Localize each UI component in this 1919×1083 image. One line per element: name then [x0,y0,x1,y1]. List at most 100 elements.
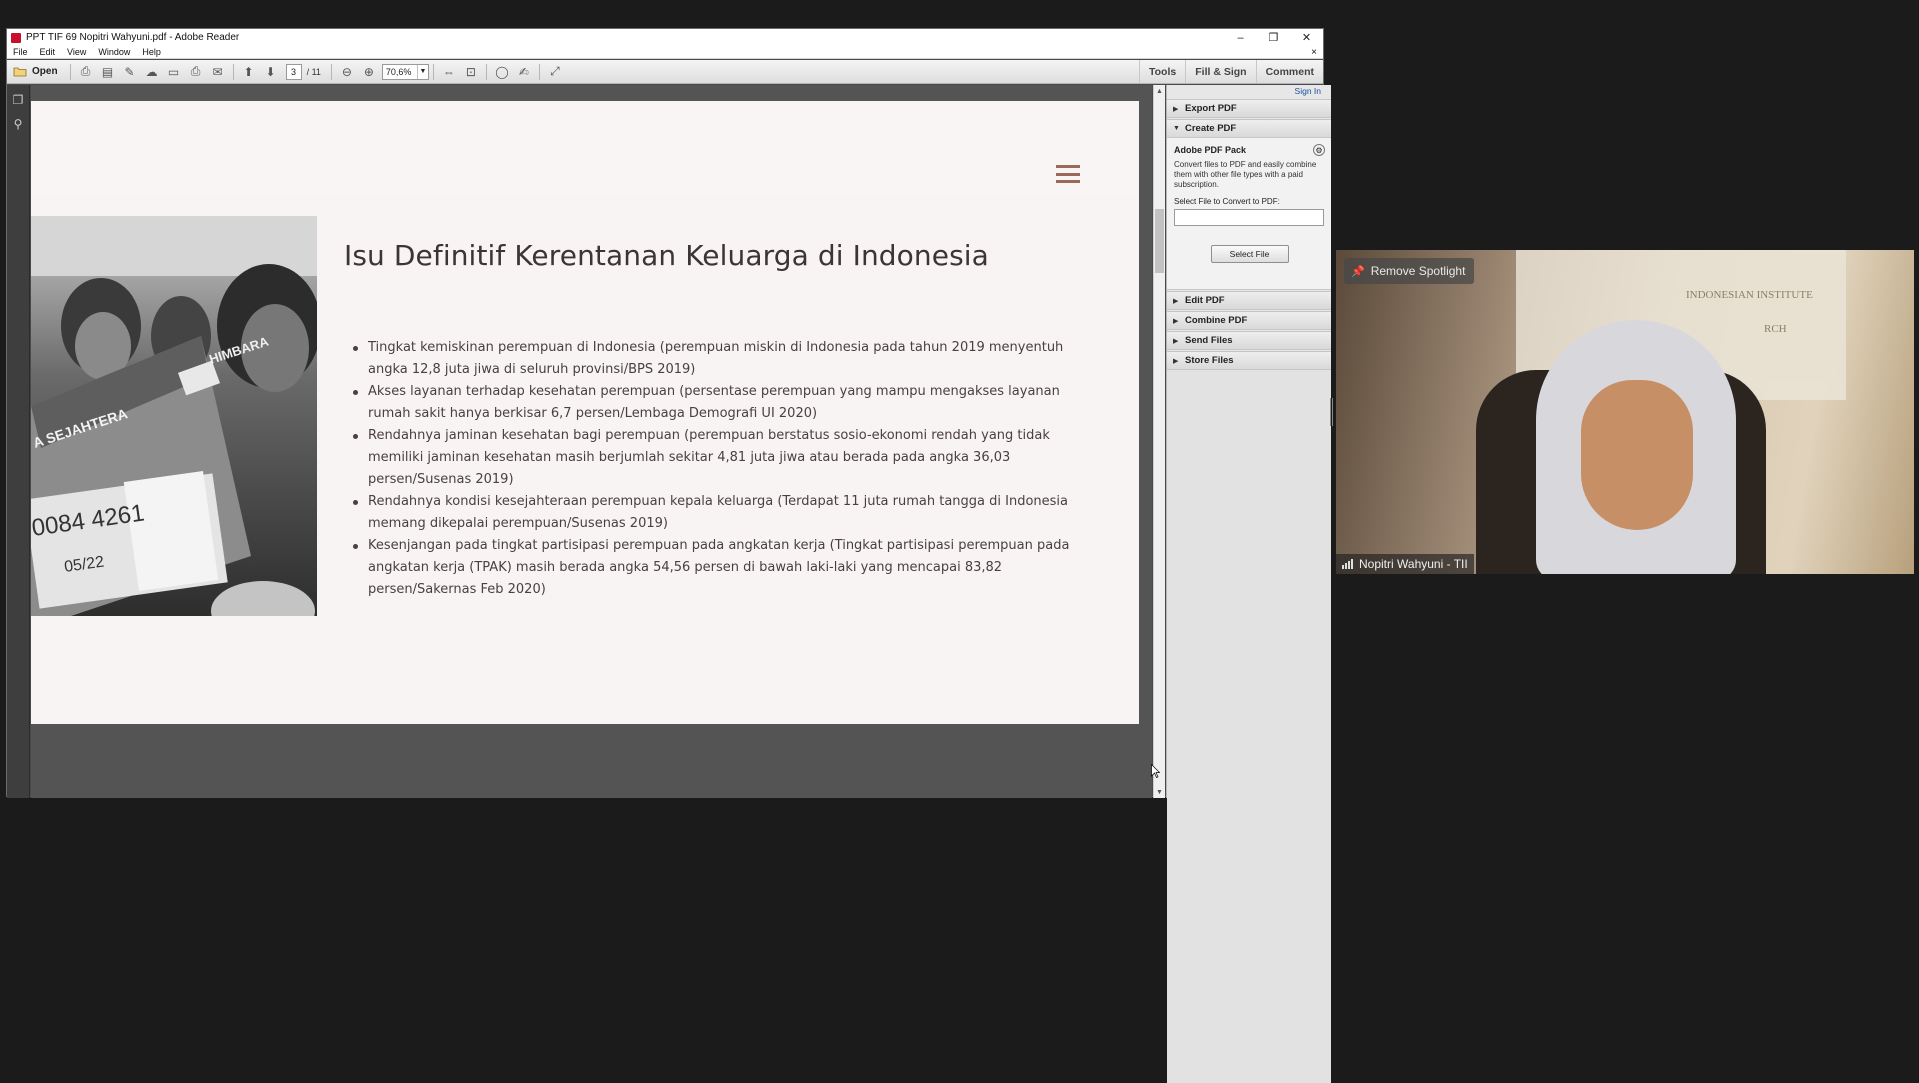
tools-pane: Sign In ▶ Export PDF ▼ Create PDF Adobe … [1166,85,1331,1083]
open-button[interactable]: Open [7,66,66,77]
close-document-button[interactable]: × [1311,47,1323,58]
minimize-button[interactable]: – [1224,29,1257,46]
create-pdf-label: Create PDF [1185,123,1237,134]
page-total: / 11 [306,66,321,77]
scroll-up-icon[interactable]: ▲ [1154,85,1165,97]
convert-icon[interactable]: ▤ [97,62,119,82]
menu-window[interactable]: Window [92,47,136,57]
toolbar-separator [232,63,234,80]
navigation-strip: ❐ ⚲ [7,85,30,798]
pdf-pack-title: Adobe PDF Pack [1174,145,1247,155]
menu-help[interactable]: Help [136,47,167,57]
cloud-upload-icon[interactable]: ☁ [141,62,163,82]
photo-illustration: HIMBARA A SEJAHTERA 0084 4261 05/22 [31,216,317,616]
page-number-input[interactable]: 3 [285,63,302,80]
select-file-button[interactable]: Select File [1210,245,1289,263]
print-icon[interactable]: ⎙ [185,62,207,82]
chevron-right-icon: ▶ [1173,297,1179,305]
slide-photo: HIMBARA A SEJAHTERA 0084 4261 05/22 [31,216,317,616]
bullet-item: Rendahnya jaminan kesehatan bagi perempu… [353,425,1073,491]
chevron-right-icon: ▶ [1173,337,1179,345]
signal-strength-icon [1342,559,1353,569]
fit-page-icon[interactable]: ⊡ [460,62,482,82]
toolbar-separator [330,63,332,80]
previous-page-icon[interactable]: ⬆ [238,62,260,82]
close-window-button[interactable]: ✕ [1290,29,1323,46]
remove-spotlight-button[interactable]: 📌 Remove Spotlight [1344,258,1475,284]
scrollbar-thumb[interactable] [1155,209,1164,273]
banner-text-1: INDONESIAN INSTITUTE [1686,289,1813,301]
open-label: Open [32,66,58,77]
bullet-item: Kesenjangan pada tingkat partisipasi per… [353,535,1073,601]
settings-icon[interactable]: ⚙ [1313,144,1325,156]
participant-video: INDONESIAN INSTITUTE RCH 📌 Remove Spotli… [1336,250,1914,574]
create-pdf-icon[interactable]: ⎙ [75,62,97,82]
vertical-scrollbar[interactable]: ▲ ▼ [1153,85,1165,798]
toolbar-right: Tools Fill & Sign Comment [1139,60,1323,83]
slide-title: Isu Definitif Kerentanan Keluarga di Ind… [344,239,989,272]
pin-icon: 📌 [1351,265,1365,278]
chevron-right-icon: ▶ [1173,105,1179,113]
menu-view[interactable]: View [61,47,92,57]
slide-header [31,101,1139,196]
attachments-icon[interactable]: ⚲ [11,117,25,131]
tools-pane-empty [1167,370,1331,1083]
participant-name-tag: Nopitri Wahyuni - TII [1336,554,1474,574]
menu-file[interactable]: File [7,47,34,57]
sign-icon[interactable]: ✍ [513,62,535,82]
sign-in-link[interactable]: Sign In [1167,85,1331,98]
export-pdf-label: Export PDF [1185,103,1237,114]
toolbar-separator [485,63,487,80]
comment-bubble-icon[interactable]: ◯ [491,62,513,82]
comment-tab[interactable]: Comment [1255,60,1323,83]
pdf-pack-description: Convert files to PDF and easily combine … [1174,160,1317,189]
menu-bar: File Edit View Window Help × [7,46,1323,59]
fit-width-icon[interactable]: ⇔ [438,62,460,82]
panel-splitter-handle[interactable] [1330,398,1333,426]
create-pdf-panel[interactable]: ▼ Create PDF [1167,119,1331,138]
save-icon[interactable]: ▭ [163,62,185,82]
email-icon[interactable]: ✉ [207,62,229,82]
toolbar-separator [432,63,434,80]
export-pdf-panel[interactable]: ▶ Export PDF [1167,99,1331,118]
edit-pdf-panel[interactable]: ▶ Edit PDF [1167,291,1331,310]
send-files-label: Send Files [1185,335,1233,346]
send-files-panel[interactable]: ▶ Send Files [1167,331,1331,350]
restore-button[interactable]: ❐ [1257,29,1290,46]
chevron-down-icon: ▼ [1173,125,1180,132]
toolbar: Open ⎙ ▤ ✎ ☁ ▭ ⎙ ✉ ⬆ ⬇ 3 / 11 ⊖ ⊕ 70,6% … [7,60,1323,84]
file-path-input[interactable] [1174,209,1324,226]
page-thumbnails-icon[interactable]: ❐ [11,93,25,107]
expand-icon[interactable]: ⤢ [544,62,566,82]
toolbar-separator [538,63,540,80]
zoom-select[interactable]: 70,6% ▼ [381,63,429,80]
bullet-list: Tingkat kemiskinan perempuan di Indonesi… [353,337,1073,601]
folder-icon [13,67,27,77]
remove-spotlight-label: Remove Spotlight [1370,264,1466,278]
person-face-shape [1581,380,1693,530]
chevron-right-icon: ▶ [1173,357,1179,365]
zoom-out-icon[interactable]: ⊖ [336,62,358,82]
scroll-down-icon[interactable]: ▼ [1154,786,1165,798]
combine-pdf-panel[interactable]: ▶ Combine PDF [1167,311,1331,330]
menu-icon [1056,165,1080,183]
chevron-right-icon: ▶ [1173,317,1179,325]
store-files-panel[interactable]: ▶ Store Files [1167,351,1331,370]
tools-tab[interactable]: Tools [1139,60,1185,83]
select-file-label: Select File to Convert to PDF: [1174,197,1280,206]
mouse-cursor-icon [1151,764,1160,778]
fill-sign-tab[interactable]: Fill & Sign [1185,60,1255,83]
participant-name: Nopitri Wahyuni - TII [1359,557,1468,571]
edit-icon[interactable]: ✎ [119,62,141,82]
next-page-icon[interactable]: ⬇ [260,62,282,82]
edit-pdf-label: Edit PDF [1185,295,1225,306]
zoom-in-icon[interactable]: ⊕ [358,62,380,82]
bullet-item: Tingkat kemiskinan perempuan di Indonesi… [353,337,1073,381]
pdf-pack-header: Adobe PDF Pack ⚙ [1174,144,1325,156]
menu-edit[interactable]: Edit [34,47,62,57]
store-files-label: Store Files [1185,355,1234,366]
combine-pdf-label: Combine PDF [1185,315,1248,326]
window-title: PPT TIF 69 Nopitri Wahyuni.pdf - Adobe R… [26,32,240,43]
slide-page: HIMBARA A SEJAHTERA 0084 4261 05/22 Isu … [31,101,1139,724]
chevron-down-icon[interactable]: ▼ [416,64,428,79]
